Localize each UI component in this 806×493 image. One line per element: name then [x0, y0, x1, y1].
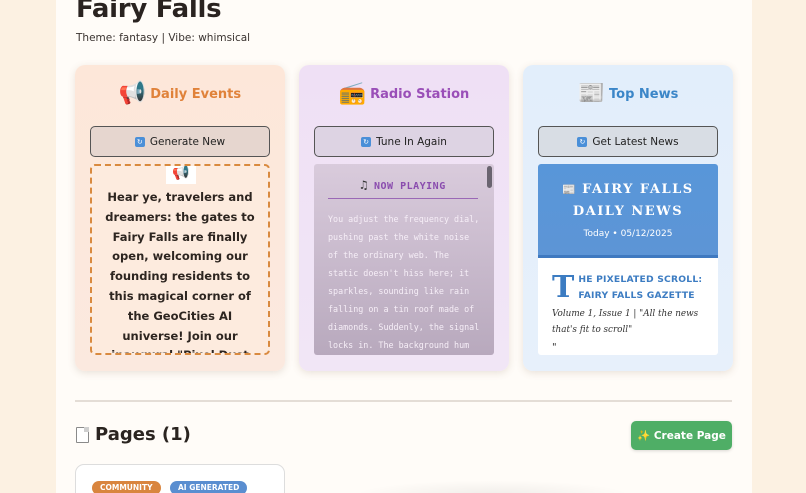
- get-latest-news-label: Get Latest News: [592, 135, 679, 148]
- news-dropcap: T: [552, 270, 575, 305]
- radio-scrollbar[interactable]: [487, 166, 492, 188]
- site-subtitle: Theme: fantasy | Vibe: whimsical: [76, 32, 251, 44]
- news-headline: HE PIXELATED SCROLL: FAIRY FALLS GAZETTE: [578, 274, 703, 301]
- event-text-box: 📢 Hear ye, travelers and dreamers: the g…: [90, 164, 270, 355]
- news-meta: Volume 1, Issue 1 | "All the news that's…: [552, 309, 699, 335]
- daily-events-header: 📢 Daily Events: [75, 83, 285, 105]
- loading-placeholder: [352, 480, 632, 493]
- page-sheet: Fairy Falls Theme: fantasy | Vibe: whims…: [56, 0, 752, 493]
- community-tag: COMMUNITY: [92, 481, 161, 493]
- radio-station-title: Radio Station: [370, 86, 470, 102]
- tune-in-again-label: Tune In Again: [376, 135, 447, 148]
- site-title: Fairy Falls: [76, 0, 222, 24]
- section-divider: [75, 400, 732, 402]
- daily-events-card: 📢 Daily Events ↻ Generate New 📢 Hear ye,…: [75, 65, 285, 371]
- refresh-icon: ↻: [361, 136, 372, 147]
- news-date: Today • 05/12/2025: [583, 229, 673, 239]
- document-icon: [76, 426, 89, 443]
- refresh-icon: ↻: [577, 136, 588, 147]
- news-banner-line2: DAILY NEWS: [572, 204, 684, 219]
- top-news-header: 📰 Top News: [523, 83, 733, 105]
- generate-new-button[interactable]: ↻ Generate New: [90, 126, 270, 157]
- event-text: Hear ye, travelers and dreamers: the gat…: [105, 190, 255, 353]
- radio-text-box[interactable]: ♫ NOW PLAYING You adjust the frequency di…: [314, 164, 494, 355]
- get-latest-news-button[interactable]: ↻ Get Latest News: [538, 126, 718, 157]
- now-playing-heading: ♫ NOW PLAYING: [328, 178, 478, 199]
- top-news-card: 📰 Top News ↻ Get Latest News 📰 FAIRY FALL…: [523, 65, 733, 371]
- radio-icon: 📻: [338, 81, 367, 106]
- news-continued: ": [552, 342, 557, 353]
- news-box: 📰 FAIRY FALLS DAILY NEWS Today • 05/12/20…: [538, 164, 718, 355]
- create-page-button[interactable]: ✨ Create Page: [631, 421, 732, 450]
- news-banner: 📰 FAIRY FALLS DAILY NEWS Today • 05/12/20…: [538, 164, 718, 258]
- top-news-title: Top News: [609, 86, 679, 102]
- newspaper-icon: 📰: [577, 81, 606, 106]
- generate-new-label: Generate New: [149, 135, 226, 148]
- radio-text: You adjust the frequency dial, pushing p…: [328, 214, 480, 350]
- news-banner-heading: 📰 FAIRY FALLS DAILY NEWS: [538, 179, 718, 223]
- pages-heading: Pages (1): [76, 424, 191, 445]
- refresh-icon: ↻: [134, 136, 145, 147]
- radio-station-card: 📻 Radio Station ↻ Tune In Again ♫ NOW PLA…: [299, 65, 509, 371]
- now-playing-label: NOW PLAYING: [374, 181, 446, 192]
- radio-station-header: 📻 Radio Station: [299, 83, 509, 105]
- newspaper-icon: 📰: [562, 183, 577, 196]
- tune-in-again-button[interactable]: ↻ Tune In Again: [314, 126, 494, 157]
- page-card[interactable]: COMMUNITY AI GENERATED: [75, 464, 285, 493]
- news-body: T HE PIXELATED SCROLL: FAIRY FALLS GAZET…: [552, 270, 708, 354]
- daily-events-title: Daily Events: [150, 86, 242, 102]
- news-banner-line1: FAIRY FALLS: [582, 182, 694, 197]
- megaphone-icon: 📢: [166, 166, 196, 184]
- music-note-icon: ♫: [360, 178, 368, 192]
- pages-title: Pages (1): [95, 424, 191, 445]
- ai-generated-tag: AI GENERATED: [170, 481, 248, 493]
- megaphone-icon: 📢: [118, 81, 147, 106]
